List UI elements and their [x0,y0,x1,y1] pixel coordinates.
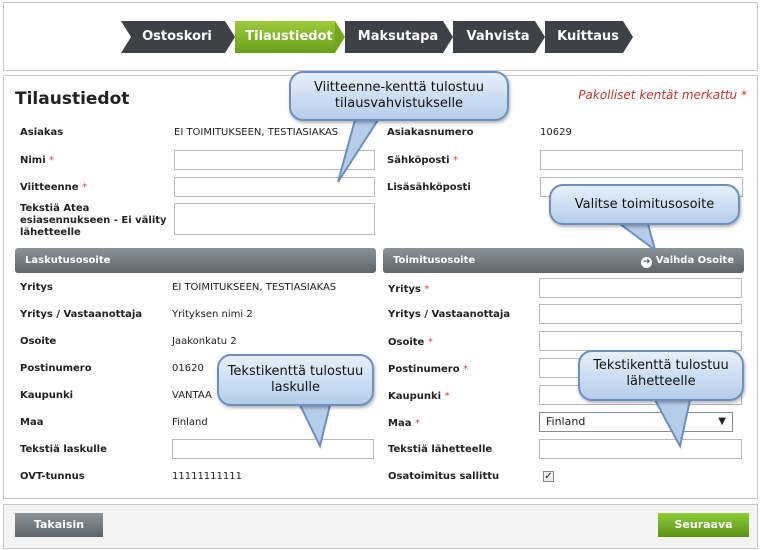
callout-lahetteelle: Tekstikenttä tulostuu lähetteelle [578,350,744,401]
callout-toimitusosoite: Valitse toimitusosoite [549,184,740,225]
callout-pointer [653,399,692,449]
callout-pointer [298,404,332,449]
callout-laskulle: Tekstikenttä tulostuu laskulle [217,354,374,406]
callout-pointer [337,119,380,183]
callout-pointer [616,223,657,253]
callout-viitteenne: Viitteenne-kenttä tulostuu tilausvahvist… [289,71,509,121]
